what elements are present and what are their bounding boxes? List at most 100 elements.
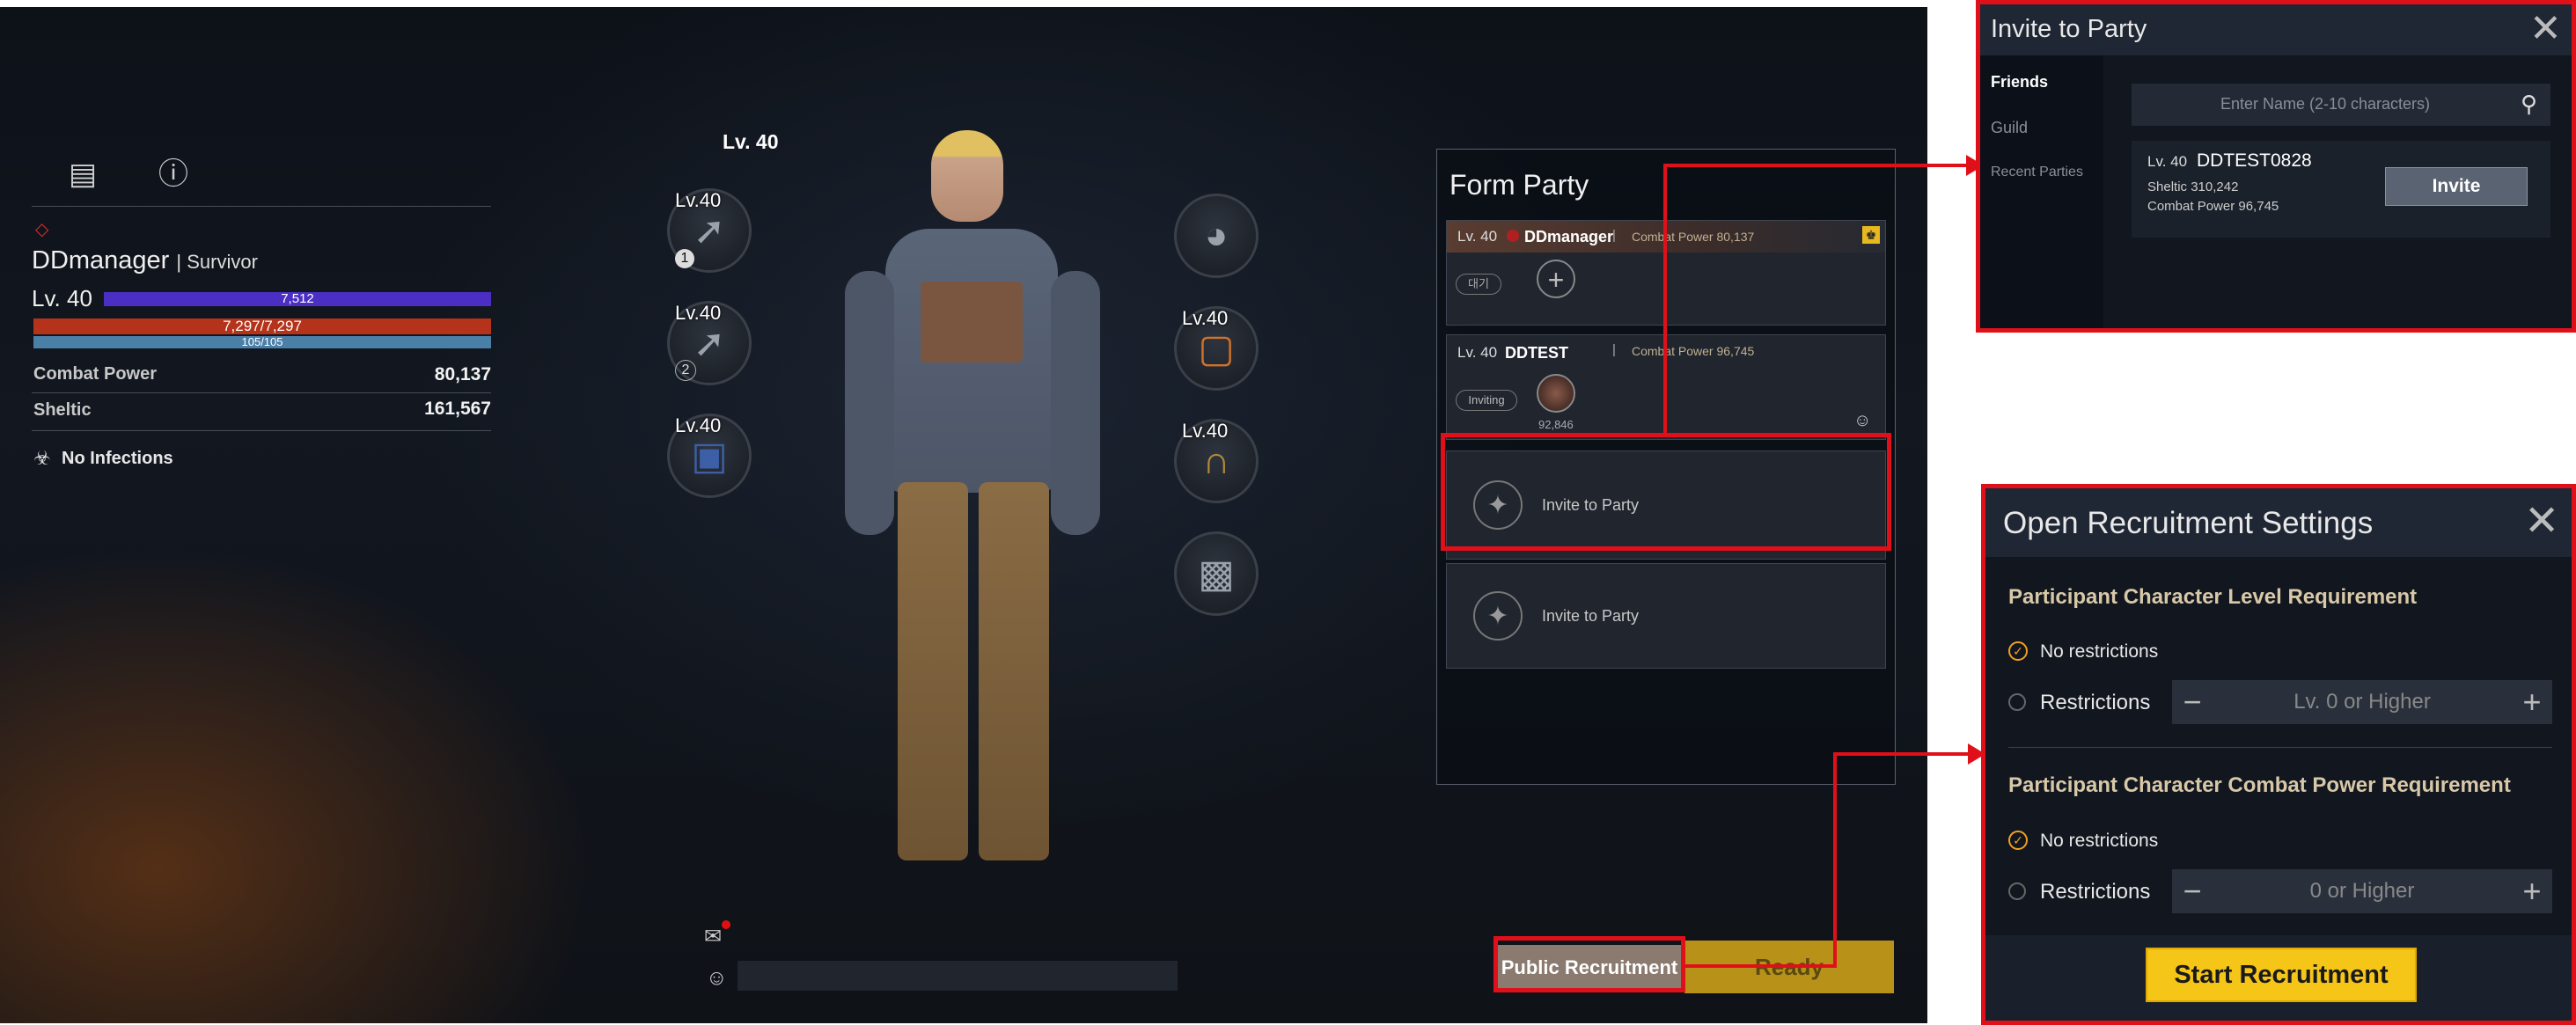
info-tab-icon[interactable]: ⓘ <box>154 155 193 194</box>
leader-crown-icon: ♚ <box>1862 226 1880 244</box>
stat-divider <box>32 392 491 393</box>
member-combat-power: Combat Power 80,137 <box>1632 230 1755 244</box>
slot-count: 2 <box>675 360 696 381</box>
connector-line <box>1663 164 1971 167</box>
invite-popup-header: Invite to Party ✕ <box>1980 4 2572 55</box>
emoji-icon[interactable]: ☺ <box>706 966 728 991</box>
plus-icon[interactable]: + <box>2512 873 2552 910</box>
invite-slot-2[interactable]: ✦ Invite to Party <box>1446 563 1886 669</box>
cp-restriction-radio[interactable] <box>2008 882 2026 900</box>
connector-line <box>1833 752 1974 756</box>
sheltic-value: 161,567 <box>424 399 491 419</box>
hp-bar: 7,297/7,297 <box>33 318 491 334</box>
search-result-card: Lv. 40 DDTEST0828 Sheltic 310,242 Combat… <box>2132 141 2550 238</box>
plus-icon[interactable]: + <box>2512 684 2552 721</box>
coat-icon: ▩ <box>1198 552 1235 596</box>
recruitment-settings-popup: Open Recruitment Settings ✕ Participant … <box>1981 484 2576 1025</box>
shotgun-slot[interactable]: ➚ Lv.40 2 <box>667 301 752 385</box>
companion-avatar[interactable] <box>1537 374 1575 413</box>
member-name: DDTEST <box>1505 344 1568 362</box>
cp-no-restriction-check-icon[interactable]: ✓ <box>2008 831 2028 850</box>
character-left-leg <box>898 482 968 860</box>
close-icon[interactable]: ✕ <box>2529 10 2562 48</box>
chat-input[interactable] <box>738 961 1178 991</box>
exp-bar: 7,512 <box>104 292 491 306</box>
member-status-badge: Inviting <box>1456 390 1517 411</box>
character-right-arm <box>1051 271 1100 535</box>
character-left-arm <box>845 271 894 535</box>
tab-friends[interactable]: Friends <box>1991 73 2048 92</box>
chat-icon[interactable]: ✉ <box>704 924 722 949</box>
level-no-restriction-check-icon[interactable]: ✓ <box>2008 641 2028 661</box>
member-level: Lv. 40 <box>1457 228 1498 245</box>
tab-guild[interactable]: Guild <box>1991 119 2028 137</box>
search-icon[interactable]: ⚲ <box>2521 91 2537 118</box>
level-no-restrictions-label[interactable]: No restrictions <box>2040 641 2158 663</box>
character-model[interactable] <box>827 130 1118 878</box>
member-status-icon <box>1507 230 1519 242</box>
tab-divider <box>32 206 491 207</box>
biohazard-icon: ☣ <box>33 447 51 469</box>
combat-power-value: 80,137 <box>434 364 491 384</box>
level-requirement-heading: Participant Character Level Requirement <box>2008 585 2418 609</box>
cp-stepper-value: 0 or Higher <box>2309 879 2415 903</box>
add-companion-button[interactable]: + <box>1537 260 1575 298</box>
stat-divider-2 <box>32 430 491 431</box>
result-name: DDTEST0828 <box>2197 150 2312 171</box>
cp-restrictions-label[interactable]: Restrictions <box>2040 880 2150 904</box>
invite-popup-title: Invite to Party <box>1991 15 2147 43</box>
slot-level: Lv.40 <box>675 302 722 324</box>
infection-status: No Infections <box>62 449 173 468</box>
slot-level: Lv.40 <box>1182 307 1229 329</box>
start-recruitment-button[interactable]: Start Recruitment <box>2146 948 2417 1002</box>
tab-recent-parties[interactable]: Recent Parties <box>1991 165 2083 180</box>
recruit-popup-title: Open Recruitment Settings <box>2003 506 2374 540</box>
sheltic-label: Sheltic <box>33 400 92 420</box>
character-level: Lv. 40 <box>32 285 92 311</box>
invite-party-popup: Invite to Party ✕ Friends Guild Recent P… <box>1976 0 2576 333</box>
section-divider <box>2008 747 2552 748</box>
level-restrictions-label[interactable]: Restrictions <box>2040 691 2150 715</box>
hat-slot[interactable]: ◕ <box>1174 194 1259 278</box>
inventory-tab-icon[interactable]: ▤ <box>63 155 102 194</box>
companion-power: 92,846 <box>1538 418 1574 431</box>
slot-level: Lv.40 <box>675 414 722 436</box>
cap-icon: ◕ <box>1204 214 1229 257</box>
result-sheltic: Sheltic 310,242 <box>2147 179 2239 194</box>
connector-line <box>1833 752 1837 968</box>
slot-count: 1 <box>675 249 694 268</box>
highlight-public-recruitment <box>1493 936 1685 992</box>
name-search-field[interactable]: Enter Name (2-10 characters) ⚲ <box>2132 84 2550 126</box>
character-head <box>931 130 1003 222</box>
combat-power-requirement-heading: Participant Character Combat Power Requi… <box>2008 773 2511 797</box>
jacket-slot[interactable]: ▢ Lv.40 <box>1174 306 1259 391</box>
compass-icon: ✦ <box>1473 591 1523 641</box>
class-diamond-icon: ◇ <box>35 220 49 239</box>
close-icon[interactable]: ✕ <box>2524 501 2559 543</box>
chat-notification-dot <box>722 920 730 929</box>
level-stepper-value: Lv. 0 or Higher <box>2293 690 2431 714</box>
invite-slot-label: Invite to Party <box>1542 606 1640 625</box>
search-placeholder: Enter Name (2-10 characters) <box>2220 95 2431 113</box>
level-restriction-radio[interactable] <box>2008 693 2026 711</box>
minus-icon[interactable]: − <box>2172 684 2213 721</box>
coat-slot[interactable]: ▩ <box>1174 531 1259 616</box>
rifle-slot[interactable]: ➚ Lv.40 1 <box>667 188 752 273</box>
level-stepper[interactable]: − Lv. 0 or Higher + <box>2172 680 2552 724</box>
slot-level: Lv.40 <box>675 189 722 211</box>
member-status-badge: 대기 <box>1456 274 1501 295</box>
party-title: Form Party <box>1449 169 1589 201</box>
recruit-popup-header: Open Recruitment Settings ✕ <box>1985 488 2572 557</box>
character-right-leg <box>979 482 1049 860</box>
cp-no-restrictions-label[interactable]: No restrictions <box>2040 831 2158 852</box>
pants-slot[interactable]: ∩ Lv.40 <box>1174 419 1259 503</box>
character-name-line: DDmanager | Survivor <box>32 246 258 275</box>
minus-icon[interactable]: − <box>2172 873 2213 910</box>
connector-line <box>1663 164 1667 435</box>
invite-button[interactable]: Invite <box>2385 167 2528 206</box>
backpack-slot[interactable]: ▣ Lv.40 <box>667 414 752 498</box>
slot-level: Lv.40 <box>1182 420 1229 442</box>
cp-stepper[interactable]: − 0 or Higher + <box>2172 869 2552 913</box>
highlight-invite-slot <box>1441 433 1891 551</box>
member-level: Lv. 40 <box>1457 344 1498 361</box>
